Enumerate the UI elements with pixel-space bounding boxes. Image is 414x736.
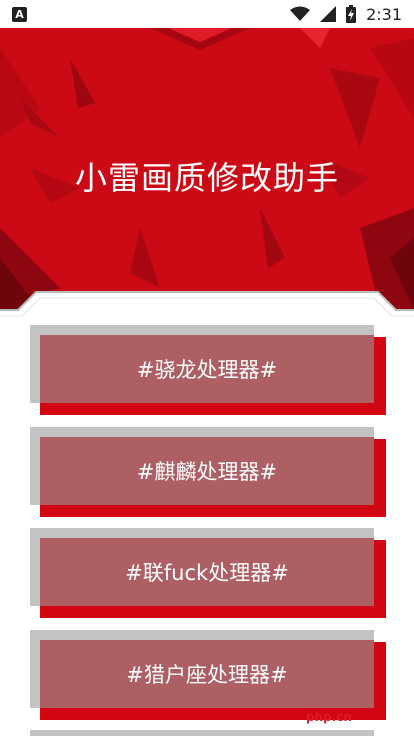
wifi-icon: [290, 6, 311, 21]
option-card-exynos[interactable]: #猎户座处理器#: [30, 630, 386, 720]
status-time: 2:31: [366, 4, 402, 24]
snapdragon-button[interactable]: #骁龙处理器#: [40, 335, 374, 403]
option-card-kirin[interactable]: #麒麟处理器#: [30, 427, 386, 517]
header-tab-shape: [0, 291, 414, 326]
mediatek-button[interactable]: #联fuck处理器#: [40, 538, 374, 606]
header-banner: 小雷画质修改助手: [0, 28, 414, 310]
option-card-mediatek[interactable]: #联fuck处理器#: [30, 528, 386, 618]
next-card-edge: [30, 730, 374, 736]
notification-icon: A: [12, 6, 27, 22]
status-right: 2:31: [290, 5, 402, 24]
status-bar: A 2:31: [0, 0, 414, 28]
exynos-button[interactable]: #猎户座处理器#: [40, 640, 374, 708]
battery-charging-icon: [346, 5, 357, 23]
option-card-snapdragon[interactable]: #骁龙处理器#: [30, 325, 386, 415]
signal-icon: [320, 6, 337, 22]
app-title: 小雷画质修改助手: [74, 159, 339, 197]
watermark: php.cn: [306, 710, 352, 724]
kirin-button[interactable]: #麒麟处理器#: [40, 437, 374, 505]
status-left: A: [12, 6, 27, 22]
